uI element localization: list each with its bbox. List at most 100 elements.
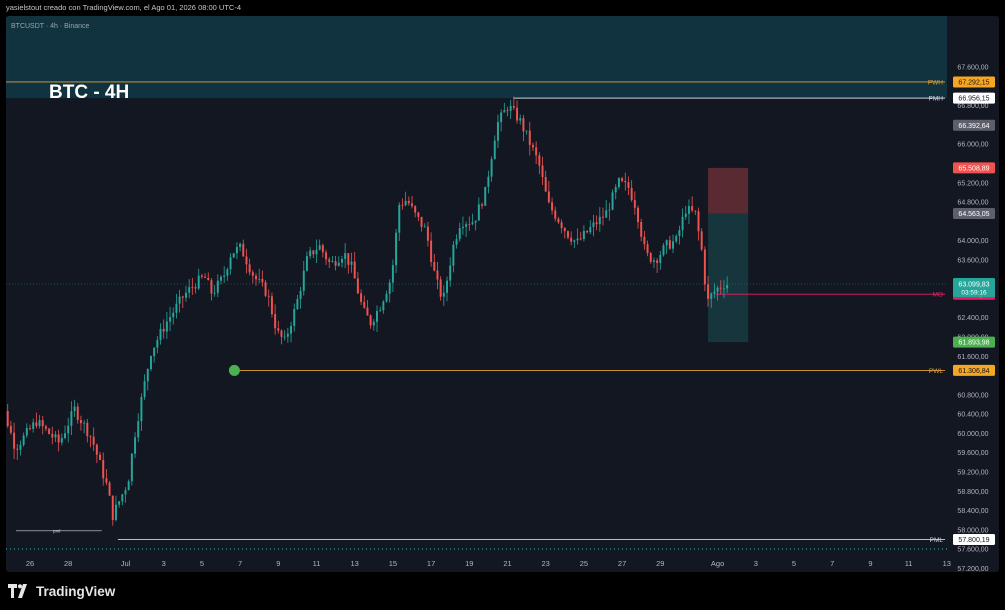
candle[interactable]: [449, 257, 452, 287]
candle[interactable]: [586, 230, 589, 234]
candle[interactable]: [465, 221, 468, 237]
candle[interactable]: [643, 230, 646, 250]
candle[interactable]: [60, 433, 63, 446]
candle[interactable]: [245, 248, 248, 274]
chart-canvas[interactable]: BTCUSDT · 4h · BinanceBTC - 4HUSDTPWHPMH…: [6, 16, 999, 572]
candle[interactable]: [318, 239, 321, 251]
candle[interactable]: [411, 195, 413, 209]
candle[interactable]: [140, 393, 143, 432]
candle[interactable]: [379, 306, 382, 312]
candle[interactable]: [57, 429, 60, 452]
candle[interactable]: [337, 256, 340, 267]
candle[interactable]: [681, 208, 684, 238]
candle[interactable]: [229, 253, 232, 275]
candle[interactable]: [270, 292, 273, 318]
candle[interactable]: [277, 320, 280, 334]
candle[interactable]: [592, 214, 595, 237]
candle[interactable]: [538, 152, 541, 175]
candle[interactable]: [500, 109, 503, 132]
candle[interactable]: [309, 246, 312, 259]
tradingview-logo[interactable]: TradingView: [8, 583, 115, 599]
candle[interactable]: [525, 130, 528, 135]
candle[interactable]: [522, 114, 525, 142]
candle[interactable]: [656, 257, 659, 274]
candle[interactable]: [134, 432, 137, 459]
candle[interactable]: [114, 495, 117, 522]
candle[interactable]: [223, 266, 226, 283]
candle[interactable]: [191, 277, 194, 295]
candle[interactable]: [363, 295, 366, 310]
price-axis[interactable]: 57.200,0057.600,0058.000,0058.400,0058.8…: [947, 16, 999, 572]
candle[interactable]: [703, 246, 706, 292]
candle[interactable]: [153, 347, 156, 363]
candle[interactable]: [471, 213, 474, 226]
candle[interactable]: [570, 231, 573, 246]
candle[interactable]: [251, 269, 254, 284]
candle[interactable]: [210, 278, 213, 301]
candle[interactable]: [92, 427, 95, 451]
candle[interactable]: [197, 268, 200, 291]
candle[interactable]: [700, 228, 703, 252]
candle[interactable]: [19, 440, 22, 456]
candle[interactable]: [652, 257, 655, 269]
candle[interactable]: [662, 243, 665, 257]
candle[interactable]: [6, 403, 9, 428]
candle[interactable]: [118, 500, 121, 508]
candle[interactable]: [493, 135, 496, 160]
candle[interactable]: [334, 256, 337, 271]
candle[interactable]: [627, 176, 630, 196]
candle[interactable]: [86, 418, 89, 443]
candle[interactable]: [67, 417, 70, 443]
candle[interactable]: [51, 426, 54, 445]
candle[interactable]: [302, 260, 305, 296]
candle[interactable]: [595, 215, 598, 231]
candle[interactable]: [146, 368, 149, 391]
candle[interactable]: [407, 196, 410, 206]
candle[interactable]: [232, 252, 235, 259]
candle[interactable]: [89, 435, 92, 448]
candle[interactable]: [665, 239, 668, 255]
candle[interactable]: [608, 202, 611, 221]
candle[interactable]: [111, 495, 114, 526]
candle[interactable]: [675, 234, 678, 244]
candle[interactable]: [468, 216, 471, 231]
candle[interactable]: [573, 239, 576, 249]
candle[interactable]: [372, 319, 375, 331]
candle[interactable]: [188, 278, 191, 299]
candle[interactable]: [290, 321, 293, 343]
candle[interactable]: [226, 267, 229, 281]
candle[interactable]: [439, 276, 442, 301]
candle[interactable]: [614, 184, 617, 200]
candle[interactable]: [325, 249, 328, 265]
candle[interactable]: [487, 170, 490, 194]
candle[interactable]: [321, 243, 324, 258]
candle[interactable]: [312, 249, 315, 259]
candle[interactable]: [458, 222, 461, 242]
candle[interactable]: [382, 300, 385, 314]
candle[interactable]: [41, 415, 44, 435]
candle[interactable]: [156, 336, 159, 354]
candle[interactable]: [541, 156, 544, 186]
candle[interactable]: [442, 285, 445, 306]
candle[interactable]: [551, 197, 554, 215]
candle[interactable]: [503, 102, 506, 113]
candle[interactable]: [436, 262, 439, 290]
candle[interactable]: [274, 304, 277, 335]
candle[interactable]: [547, 180, 550, 204]
candle[interactable]: [535, 141, 538, 164]
candle[interactable]: [633, 191, 636, 215]
candle[interactable]: [79, 415, 82, 431]
candle[interactable]: [519, 114, 522, 125]
candle[interactable]: [175, 293, 178, 319]
candle[interactable]: [426, 221, 429, 247]
candle[interactable]: [143, 374, 146, 400]
candle[interactable]: [624, 172, 627, 191]
candle[interactable]: [293, 303, 296, 332]
candle[interactable]: [496, 114, 499, 149]
candle[interactable]: [44, 424, 47, 432]
candle[interactable]: [455, 234, 458, 249]
candle[interactable]: [169, 306, 172, 331]
candle[interactable]: [672, 234, 675, 254]
candle[interactable]: [353, 251, 356, 279]
candle[interactable]: [375, 305, 378, 332]
